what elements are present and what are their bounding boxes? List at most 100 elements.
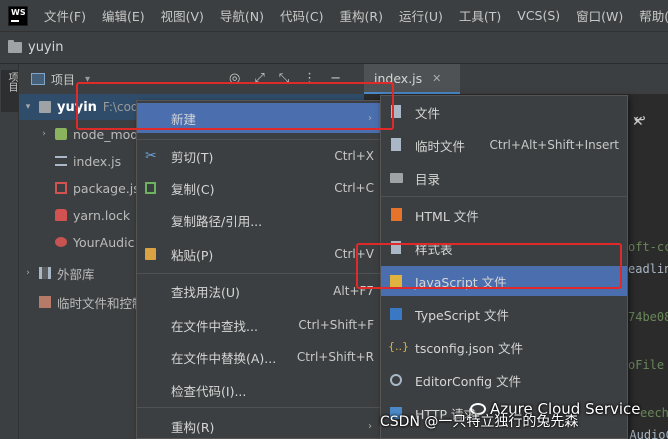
menu-edit[interactable]: 编辑(E) [94, 6, 153, 25]
menu-item-paste[interactable]: 粘贴(P) Ctrl+V [137, 239, 382, 269]
code-line: 74be08 [628, 310, 668, 324]
folder-icon [8, 40, 22, 53]
menu-item-shortcut: Ctrl+Shift+R [296, 350, 374, 364]
menu-refactor[interactable]: 重构(R) [332, 6, 391, 25]
lock-file-icon [55, 209, 67, 221]
tree-item-label: package.js [73, 180, 140, 196]
menu-item-label: 检查代码(I)... [171, 383, 247, 399]
menu-file[interactable]: 文件(F) [36, 6, 94, 25]
folder-icon [39, 101, 51, 113]
menu-item-find-in-files[interactable]: 在文件中查找... Ctrl+Shift+F [137, 310, 382, 340]
tree-item-label: yarn.lock [73, 207, 131, 223]
menu-item-label: 重构(R) [171, 419, 215, 435]
menu-item-copy-path[interactable]: 复制路径/引用... [137, 205, 382, 235]
menu-item-label: tsconfig.json 文件 [415, 340, 524, 356]
new-item-tsconfig[interactable]: {..} tsconfig.json 文件 [381, 332, 627, 362]
menu-separator [137, 273, 382, 274]
menu-item-copy[interactable]: 复制(C) Ctrl+C [137, 173, 382, 203]
menu-separator [137, 139, 382, 140]
menu-item-label: 复制(C) [171, 181, 215, 197]
watermark-csdn: CSDN @一只特立独行的兔先森 [380, 414, 579, 430]
menu-item-label: 粘贴(P) [171, 247, 214, 263]
menu-bar: WS 文件(F) 编辑(E) 视图(V) 导航(N) 代码(C) 重构(R) 运… [0, 0, 668, 32]
close-icon[interactable]: ✕ [432, 72, 441, 85]
new-item-file[interactable]: 文件 [381, 97, 627, 127]
menu-vcs[interactable]: VCS(S) [509, 8, 568, 23]
annotation-box-javascript [356, 243, 622, 289]
editorconfig-icon [390, 374, 402, 386]
breadcrumb: yuyin [0, 32, 668, 64]
json-file-icon [55, 182, 67, 194]
menu-item-label: HTML 文件 [415, 208, 479, 224]
new-item-editorconfig[interactable]: EditorConfig 文件 [381, 365, 627, 395]
project-icon [31, 73, 45, 85]
menu-item-label: 文件 [415, 105, 441, 121]
tree-item-label: 外部库 [57, 266, 95, 282]
project-panel-title[interactable]: 项目 [51, 71, 75, 88]
code-line: eech [640, 406, 668, 420]
menu-item-replace-in-files[interactable]: 在文件中替换(A)... Ctrl+Shift+R [137, 342, 382, 372]
folder-icon [55, 128, 67, 140]
new-item-typescript[interactable]: TypeScript 文件 [381, 299, 627, 329]
expand-arrow-icon[interactable]: ▾ [23, 102, 33, 112]
tree-item-label: YourAudic [73, 234, 135, 250]
webstorm-logo-icon[interactable]: WS [8, 5, 28, 26]
menu-item-label: 在文件中替换(A)... [171, 350, 277, 366]
menu-window[interactable]: 窗口(W) [568, 6, 631, 25]
audio-file-icon [55, 237, 67, 247]
menu-item-shortcut: Ctrl+Alt+Shift+Insert [489, 138, 619, 152]
menu-item-label: EditorConfig 文件 [415, 373, 522, 389]
paste-icon [145, 248, 156, 260]
left-tool-strip: 项目 [0, 64, 19, 439]
menu-help[interactable]: 帮助(H) [631, 6, 668, 25]
menu-item-label: 查找用法(U) [171, 284, 240, 300]
code-line: eadlin [628, 262, 668, 276]
copy-icon [145, 182, 156, 194]
menu-item-label: 复制路径/引用... [171, 213, 263, 229]
library-icon [39, 267, 51, 279]
menu-item-label: TypeScript 文件 [415, 307, 509, 323]
submenu-arrow-icon: › [368, 420, 372, 432]
breadcrumb-project[interactable]: yuyin [28, 40, 63, 55]
menu-item-refactor[interactable]: 重构(R) › [137, 411, 382, 439]
menu-item-shortcut: Ctrl+X [334, 149, 374, 163]
menu-separator [381, 196, 627, 197]
menu-item-label: 临时文件 [415, 138, 466, 154]
new-item-html[interactable]: HTML 文件 [381, 200, 627, 230]
menu-tools[interactable]: 工具(T) [451, 6, 509, 25]
scratch-file-icon [391, 138, 401, 151]
menu-item-find-usages[interactable]: 查找用法(U) Alt+F7 [137, 276, 382, 306]
tree-item-label: index.js [73, 153, 122, 169]
scissors-icon: ✂ [145, 148, 157, 164]
expand-arrow-icon[interactable]: › [23, 268, 33, 278]
expand-arrow-icon[interactable]: › [39, 129, 49, 139]
menu-item-shortcut: Ctrl+C [334, 181, 374, 195]
html-icon [391, 208, 402, 221]
menu-separator [137, 407, 382, 408]
menu-view[interactable]: 视图(V) [153, 6, 212, 25]
close-icon[interactable]: ✕ [632, 114, 644, 130]
scratch-icon [39, 296, 51, 308]
menu-navigate[interactable]: 导航(N) [212, 6, 272, 25]
project-tool-tab-label: 项目 [6, 72, 17, 92]
menu-item-label: 目录 [415, 171, 441, 187]
menu-item-cut[interactable]: ✂ 剪切(T) Ctrl+X [137, 141, 382, 171]
menu-code[interactable]: 代码(C) [272, 6, 331, 25]
code-line: oFile [628, 358, 665, 372]
logo-text: WS [11, 7, 26, 17]
menu-item-label: 在文件中查找... [171, 318, 258, 334]
js-file-icon [55, 156, 67, 166]
tree-item-label: 临时文件和控制 [57, 295, 145, 311]
menu-run[interactable]: 运行(U) [391, 6, 451, 25]
directory-icon [390, 173, 403, 183]
menu-item-label: 剪切(T) [171, 149, 214, 165]
new-item-scratch-file[interactable]: 临时文件 Ctrl+Alt+Shift+Insert [381, 130, 627, 160]
project-tool-tab[interactable]: 项目 [1, 70, 18, 112]
context-menu: 新建 › ✂ 剪切(T) Ctrl+X 复制(C) Ctrl+C 复制路径/引用… [136, 100, 383, 439]
code-line: oft-cc [628, 240, 668, 254]
tsconfig-icon: {..} [388, 340, 409, 353]
new-item-directory[interactable]: 目录 [381, 163, 627, 193]
menu-item-inspect-code[interactable]: 检查代码(I)... [137, 375, 382, 405]
typescript-icon [390, 308, 402, 320]
editor-tab-bar: index.js ✕ [364, 64, 668, 94]
